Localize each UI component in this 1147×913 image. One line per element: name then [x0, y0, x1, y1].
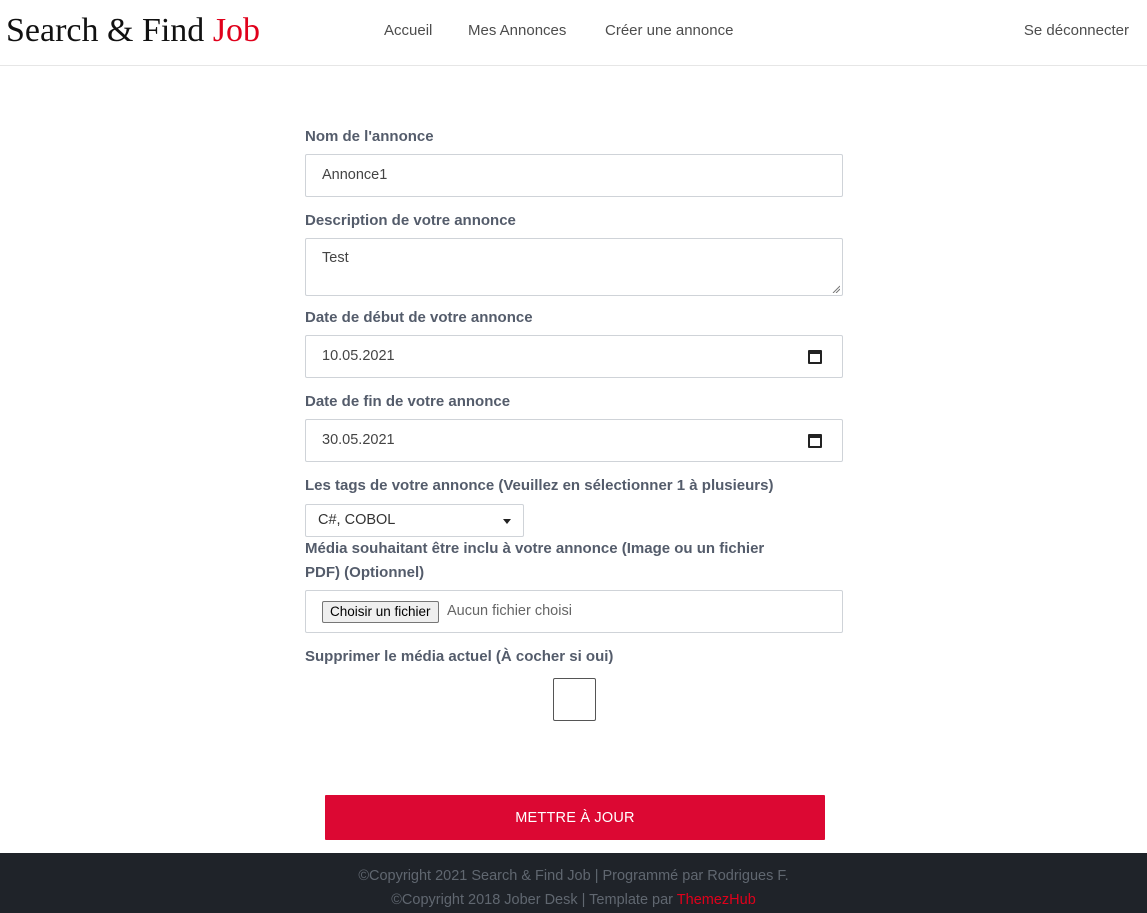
- footer-copyright-1: ©Copyright 2021 Search & Find Job | Prog…: [358, 868, 789, 884]
- media-file-input[interactable]: Choisir un fichier Aucun fichier choisi: [305, 590, 843, 633]
- start-date-value: 10.05.2021: [322, 348, 395, 364]
- themezhub-link[interactable]: ThemezHub: [677, 892, 756, 908]
- calendar-icon[interactable]: [808, 434, 822, 448]
- file-status: Aucun fichier choisi: [447, 603, 572, 619]
- resize-handle-icon[interactable]: [832, 285, 840, 293]
- top-navbar: Search & Find Job Accueil Mes Annonces C…: [0, 0, 1147, 66]
- start-date-input[interactable]: 10.05.2021: [305, 335, 843, 378]
- media-label-line2: PDF) (Optionnel): [305, 564, 425, 581]
- nav-creer-annonce[interactable]: Créer une annonce: [605, 22, 733, 39]
- name-label: Nom de l'annonce: [305, 128, 434, 145]
- name-value: Annonce1: [322, 167, 388, 183]
- nav-mes-annonces[interactable]: Mes Annonces: [468, 22, 566, 39]
- footer: ©Copyright 2021 Search & Find Job | Prog…: [0, 853, 1147, 913]
- delete-media-checkbox[interactable]: [553, 678, 596, 721]
- name-input[interactable]: Annonce1: [305, 154, 843, 197]
- logout-link[interactable]: Se déconnecter: [1024, 22, 1129, 39]
- calendar-icon[interactable]: [808, 350, 822, 364]
- end-date-label: Date de fin de votre annonce: [305, 393, 511, 410]
- caret-down-icon: [503, 519, 511, 524]
- nav-accueil[interactable]: Accueil: [384, 22, 432, 39]
- end-date-value: 30.05.2021: [322, 432, 395, 448]
- start-date-label: Date de début de votre annonce: [305, 309, 533, 326]
- description-value: Test: [322, 250, 349, 266]
- footer-copyright-2-text: ©Copyright 2018 Jober Desk | Template pa…: [391, 892, 677, 908]
- update-button[interactable]: METTRE À JOUR: [325, 795, 825, 840]
- brand-accent: Job: [212, 12, 261, 49]
- tags-label: Les tags de votre annonce (Veuillez en s…: [305, 477, 774, 494]
- description-textarea[interactable]: Test: [305, 238, 843, 296]
- tags-value: C#, COBOL: [318, 512, 396, 528]
- footer-copyright-2: ©Copyright 2018 Jober Desk | Template pa…: [0, 892, 1147, 908]
- brand-logo[interactable]: Search & Find Job: [6, 14, 260, 48]
- media-label-line1: Média souhaitant être inclu à votre anno…: [305, 540, 765, 557]
- tags-select[interactable]: C#, COBOL: [305, 504, 524, 537]
- end-date-input[interactable]: 30.05.2021: [305, 419, 843, 462]
- choose-file-button[interactable]: Choisir un fichier: [322, 601, 439, 623]
- delete-media-label: Supprimer le média actuel (À cocher si o…: [305, 648, 614, 665]
- description-label: Description de votre annonce: [305, 212, 516, 229]
- brand-main: Search & Find: [6, 12, 213, 49]
